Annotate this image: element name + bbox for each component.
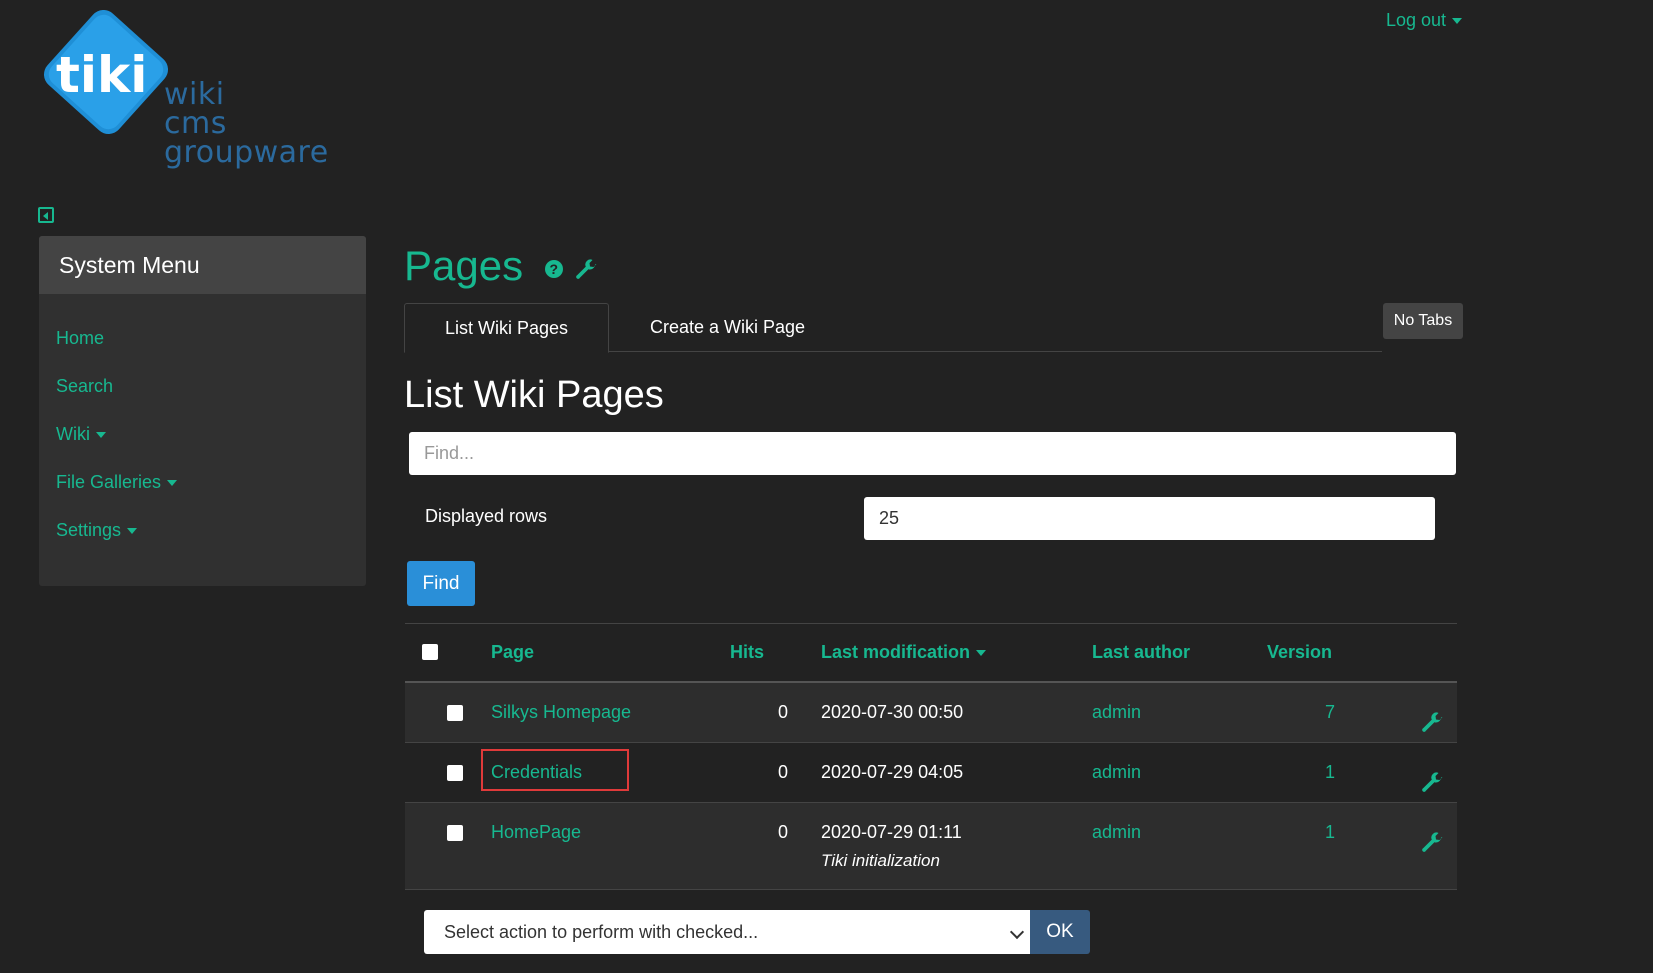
last-modification-value: 2020-07-30 00:50 — [821, 702, 964, 722]
page-title-row: Pages ? — [404, 238, 598, 297]
select-all-checkbox[interactable] — [422, 644, 438, 660]
column-header-version[interactable]: Version — [1267, 624, 1332, 681]
bulk-action-select[interactable]: Select action to perform with checked... — [424, 910, 1030, 954]
sidebar-menu: Home Search Wiki File Galleries Settings — [39, 294, 366, 554]
logo-word-cms: cms — [164, 106, 227, 141]
logo-text: tiki — [56, 46, 147, 104]
sidebar-item-home[interactable]: Home — [56, 314, 366, 362]
sidebar-item-label: Wiki — [56, 424, 90, 444]
row-checkbox[interactable] — [447, 765, 463, 781]
column-header-last-modification[interactable]: Last modification — [821, 624, 987, 681]
tab-create-wiki-page[interactable]: Create a Wiki Page — [610, 303, 845, 351]
sidebar-item-settings[interactable]: Settings — [56, 506, 366, 554]
table-row: Credentials 0 2020-07-29 04:05 admin 1 — [405, 743, 1457, 803]
sidebar-item-wiki[interactable]: Wiki — [56, 410, 366, 458]
row-checkbox[interactable] — [447, 825, 463, 841]
version-link[interactable]: 1 — [1285, 803, 1335, 862]
logo-words: wiki cms groupware — [164, 77, 329, 170]
caret-down-icon — [127, 528, 138, 535]
no-tabs-button[interactable]: No Tabs — [1383, 303, 1463, 339]
page-link[interactable]: HomePage — [491, 803, 581, 862]
hits-value: 0 — [777, 762, 788, 782]
column-header-hits[interactable]: Hits — [730, 624, 764, 681]
tab-label: List Wiki Pages — [445, 318, 569, 338]
logo-word-groupware: groupware — [164, 135, 329, 170]
section-title: List Wiki Pages — [404, 374, 664, 416]
sidebar: System Menu Home Search Wiki File Galler… — [39, 236, 366, 586]
hits-value: 0 — [777, 822, 788, 842]
sidebar-item-label: Settings — [56, 520, 122, 540]
author-link[interactable]: admin — [1092, 803, 1141, 862]
sidebar-item-label: Search — [56, 376, 114, 396]
page-link[interactable]: Credentials — [491, 743, 582, 802]
tiki-logo[interactable]: tiki wiki cms groupware — [36, 9, 346, 175]
page-title: Pages — [404, 242, 524, 289]
version-link[interactable]: 1 — [1285, 743, 1335, 802]
collapse-sidebar-icon[interactable] — [38, 207, 54, 223]
find-button[interactable]: Find — [407, 561, 475, 606]
page-link[interactable]: Silkys Homepage — [491, 683, 631, 742]
hits-value: 0 — [777, 702, 788, 722]
chevron-down-icon — [1009, 924, 1025, 940]
table-row: Silkys Homepage 0 2020-07-30 00:50 admin… — [405, 683, 1457, 743]
row-checkbox[interactable] — [447, 705, 463, 721]
version-link[interactable]: 7 — [1285, 683, 1335, 742]
caret-down-icon — [96, 432, 106, 439]
bulk-action-placeholder: Select action to perform with checked... — [444, 922, 759, 942]
column-header-last-author[interactable]: Last author — [1092, 624, 1190, 681]
sidebar-item-label: File Galleries — [56, 472, 162, 492]
table-header: Page Hits Last modification Last author … — [405, 623, 1457, 683]
wrench-icon[interactable] — [574, 241, 598, 297]
tiki-logo-icon: tiki — [43, 9, 169, 135]
find-input[interactable]: Find... — [409, 432, 1456, 475]
version-comment: Tiki initialization — [821, 851, 940, 870]
displayed-rows-input[interactable]: 25 — [864, 497, 1435, 540]
sidebar-title: System Menu — [39, 236, 366, 294]
tab-list-wiki-pages[interactable]: List Wiki Pages — [404, 303, 610, 353]
help-icon[interactable]: ? — [544, 259, 563, 278]
ok-button[interactable]: OK — [1030, 910, 1090, 954]
sidebar-item-search[interactable]: Search — [56, 362, 366, 410]
column-header-page[interactable]: Page — [491, 624, 534, 681]
tab-label: Create a Wiki Page — [650, 317, 806, 337]
author-link[interactable]: admin — [1092, 743, 1141, 802]
sidebar-item-file-galleries[interactable]: File Galleries — [56, 458, 366, 506]
logout-menu[interactable]: Log out — [1386, 10, 1463, 31]
sidebar-item-label: Home — [56, 328, 105, 348]
column-header-label: Last modification — [821, 642, 971, 662]
sort-down-icon — [976, 650, 987, 657]
wiki-pages-table: Page Hits Last modification Last author … — [405, 623, 1457, 890]
displayed-rows-label: Displayed rows — [425, 506, 548, 526]
wrench-icon[interactable] — [1420, 821, 1444, 880]
last-modification-value: 2020-07-29 04:05 — [821, 762, 964, 782]
logout-label: Log out — [1386, 10, 1447, 30]
caret-down-icon — [1452, 18, 1463, 25]
table-row: HomePage 0 2020-07-29 01:11 Tiki initial… — [405, 803, 1457, 890]
author-link[interactable]: admin — [1092, 683, 1141, 742]
logo-word-wiki: wiki — [164, 77, 225, 112]
caret-down-icon — [167, 480, 178, 487]
